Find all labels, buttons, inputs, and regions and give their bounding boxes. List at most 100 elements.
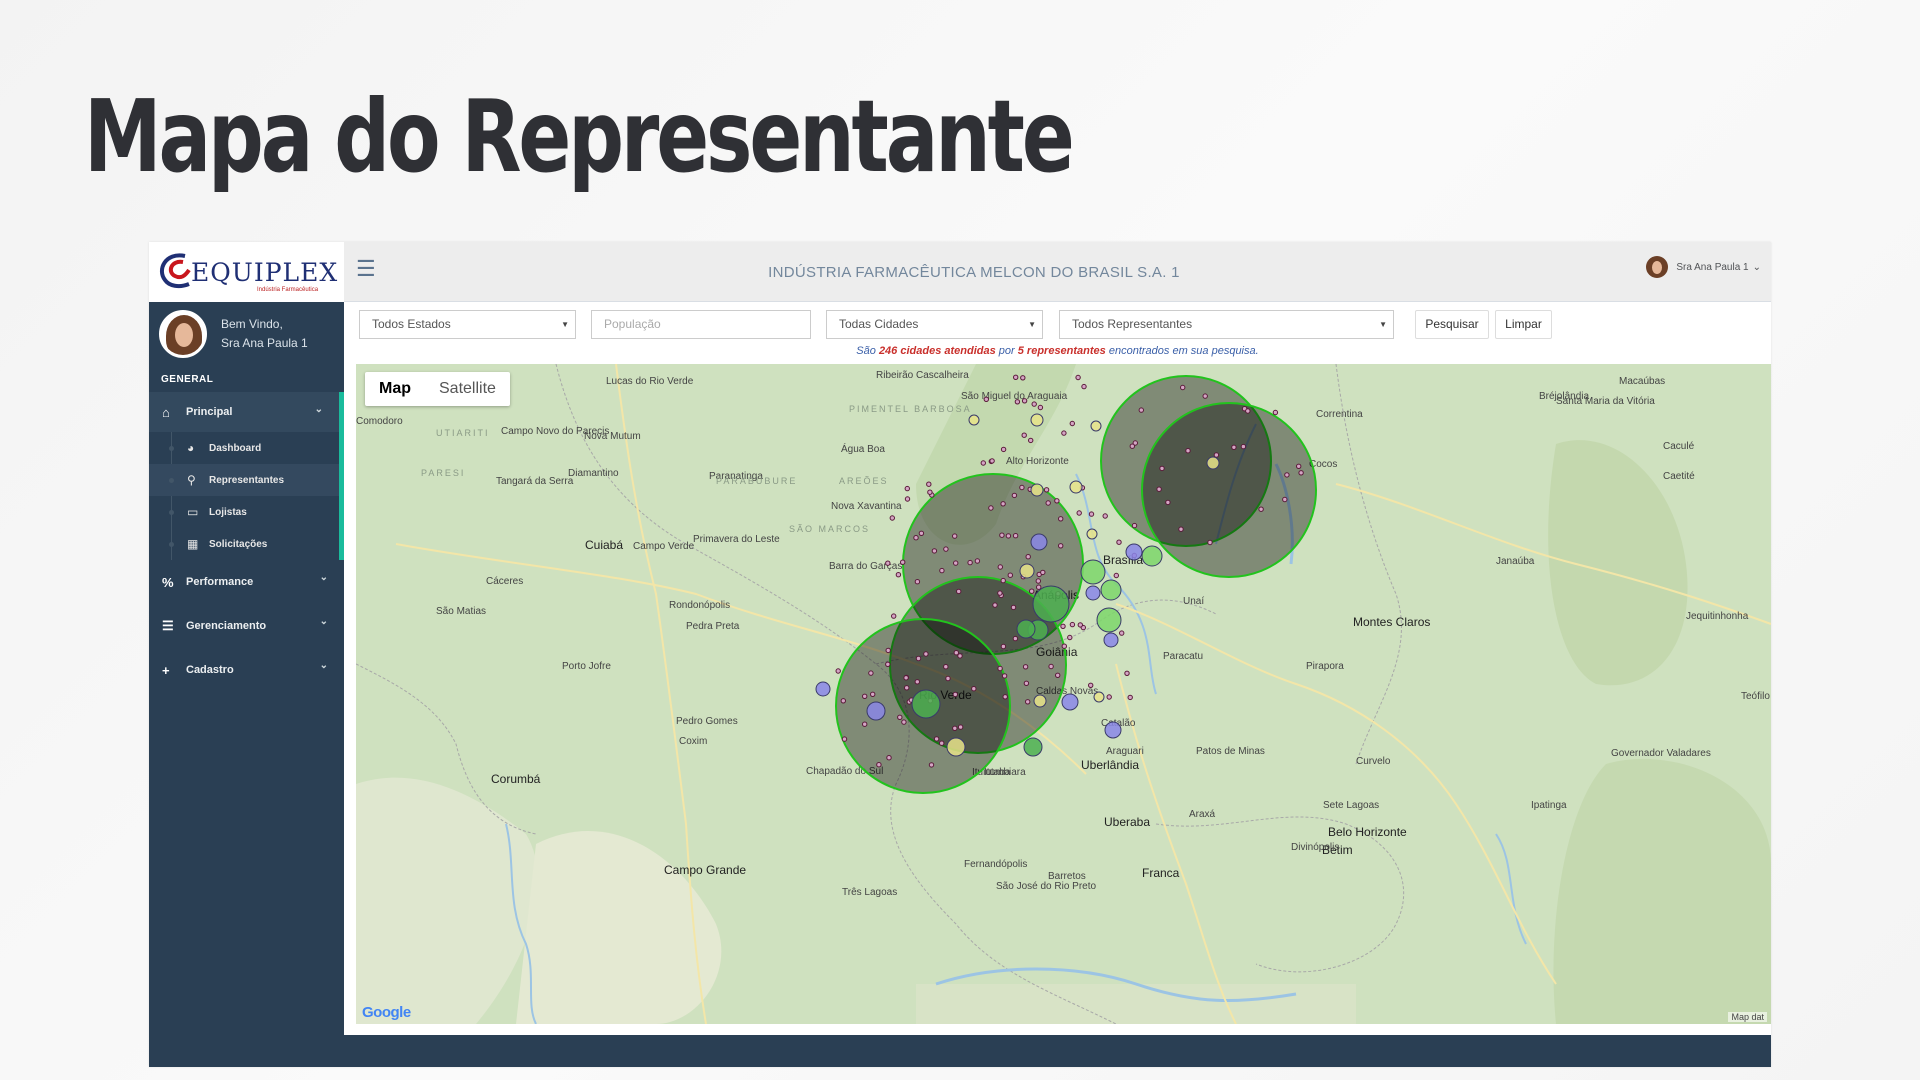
city-marker[interactable] — [939, 567, 945, 574]
city-marker[interactable] — [952, 533, 958, 539]
representante-select[interactable]: Todos Representantes ▼ — [1059, 310, 1394, 339]
city-marker[interactable] — [956, 588, 962, 595]
city-marker[interactable] — [1086, 528, 1098, 540]
city-marker[interactable] — [1061, 430, 1067, 436]
city-marker[interactable] — [1019, 563, 1035, 579]
city-marker[interactable] — [974, 558, 981, 564]
city-marker[interactable] — [943, 546, 949, 552]
city-marker[interactable] — [1088, 511, 1095, 517]
city-marker[interactable] — [931, 548, 938, 554]
city-marker[interactable] — [904, 485, 910, 492]
city-marker[interactable] — [1045, 500, 1051, 506]
city-marker[interactable] — [1090, 420, 1102, 432]
city-marker[interactable] — [914, 679, 920, 685]
city-marker[interactable] — [889, 515, 895, 521]
city-marker[interactable] — [1298, 470, 1304, 476]
city-marker[interactable] — [1075, 374, 1081, 381]
brand-logo[interactable]: EQUIPLEX Indústria Farmacêutica — [149, 242, 344, 302]
city-marker[interactable] — [918, 530, 925, 537]
representative-map[interactable]: Lucas do Rio Verde Ribeirão Cascalheira Sã… — [356, 364, 1771, 1024]
city-marker[interactable] — [866, 701, 886, 721]
city-marker[interactable] — [957, 724, 964, 730]
map-type-satellite-button[interactable]: Satellite — [425, 372, 510, 406]
city-marker[interactable] — [968, 414, 980, 426]
city-marker[interactable] — [1023, 680, 1030, 686]
city-marker[interactable] — [1020, 375, 1026, 381]
city-marker[interactable] — [835, 668, 841, 674]
city-marker[interactable] — [1054, 498, 1060, 504]
city-marker[interactable] — [1010, 604, 1017, 611]
city-marker[interactable] — [1077, 622, 1083, 628]
city-marker[interactable] — [926, 481, 932, 487]
sidebar-item-representantes[interactable]: ⚲ Representantes — [149, 464, 339, 496]
city-marker[interactable] — [1088, 682, 1094, 688]
city-marker[interactable] — [911, 689, 941, 719]
city-marker[interactable] — [967, 559, 973, 566]
city-marker[interactable] — [1106, 694, 1112, 700]
city-marker[interactable] — [1213, 452, 1220, 458]
city-marker[interactable] — [1048, 663, 1054, 670]
sidebar-item-lojistas[interactable]: ▭ Lojistas — [149, 496, 339, 528]
city-marker[interactable] — [1069, 480, 1083, 494]
city-marker[interactable] — [1021, 398, 1028, 404]
city-marker[interactable] — [928, 762, 935, 768]
city-marker[interactable] — [1116, 539, 1122, 545]
avatar[interactable] — [159, 310, 207, 358]
city-marker[interactable] — [1141, 545, 1163, 567]
city-marker[interactable] — [1032, 585, 1070, 623]
city-marker[interactable] — [1005, 533, 1012, 539]
city-marker[interactable] — [945, 675, 951, 682]
sidebar-group-gerenciamento[interactable]: ☰ Gerenciamento ⌄ — [149, 604, 344, 648]
city-marker[interactable] — [971, 686, 977, 692]
populacao-input[interactable]: População — [591, 310, 811, 339]
city-marker[interactable] — [1284, 472, 1290, 478]
city-marker[interactable] — [1058, 543, 1064, 549]
city-marker[interactable] — [1185, 448, 1191, 454]
city-marker[interactable] — [886, 755, 892, 761]
map-data-attribution[interactable]: Map dat — [1728, 1012, 1767, 1022]
city-marker[interactable] — [885, 560, 891, 566]
city-marker[interactable] — [1282, 496, 1288, 503]
city-marker[interactable] — [1067, 634, 1073, 641]
city-marker[interactable] — [999, 532, 1005, 538]
city-marker[interactable] — [1061, 693, 1079, 711]
sidebar-item-solicitacoes[interactable]: ▦ Solicitações — [149, 528, 339, 560]
city-marker[interactable] — [904, 496, 911, 502]
city-marker[interactable] — [953, 650, 959, 656]
city-marker[interactable] — [1100, 579, 1122, 601]
city-marker[interactable] — [903, 675, 909, 681]
city-marker[interactable] — [1240, 443, 1247, 450]
city-marker[interactable] — [1037, 404, 1044, 411]
city-marker[interactable] — [891, 613, 897, 619]
city-marker[interactable] — [1258, 506, 1264, 512]
city-marker[interactable] — [1043, 487, 1050, 493]
city-marker[interactable] — [1007, 572, 1013, 578]
city-marker[interactable] — [1030, 413, 1044, 427]
city-marker[interactable] — [989, 458, 995, 464]
city-marker[interactable] — [1272, 409, 1279, 416]
city-marker[interactable] — [1033, 694, 1047, 708]
city-marker[interactable] — [1023, 737, 1043, 757]
city-marker[interactable] — [1011, 492, 1018, 499]
city-marker[interactable] — [1165, 499, 1171, 506]
city-marker[interactable] — [901, 719, 907, 725]
city-marker[interactable] — [1069, 420, 1075, 427]
city-marker[interactable] — [1104, 721, 1122, 739]
city-marker[interactable] — [1138, 407, 1144, 413]
city-marker[interactable] — [939, 740, 945, 746]
city-marker[interactable] — [923, 651, 929, 657]
city-marker[interactable] — [1021, 432, 1027, 438]
city-marker[interactable] — [980, 460, 986, 466]
city-marker[interactable] — [1081, 383, 1087, 390]
city-marker[interactable] — [1103, 632, 1119, 648]
sidebar-group-principal[interactable]: ⌂ Principal ⌄ — [149, 392, 344, 432]
city-marker[interactable] — [997, 590, 1003, 596]
city-marker[interactable] — [915, 655, 922, 662]
city-marker[interactable] — [1156, 486, 1162, 492]
city-marker[interactable] — [1096, 607, 1122, 633]
city-marker[interactable] — [868, 670, 874, 676]
city-marker[interactable] — [1019, 484, 1025, 491]
city-marker[interactable] — [1012, 635, 1019, 642]
city-marker[interactable] — [1102, 513, 1108, 519]
city-marker[interactable] — [897, 714, 903, 720]
